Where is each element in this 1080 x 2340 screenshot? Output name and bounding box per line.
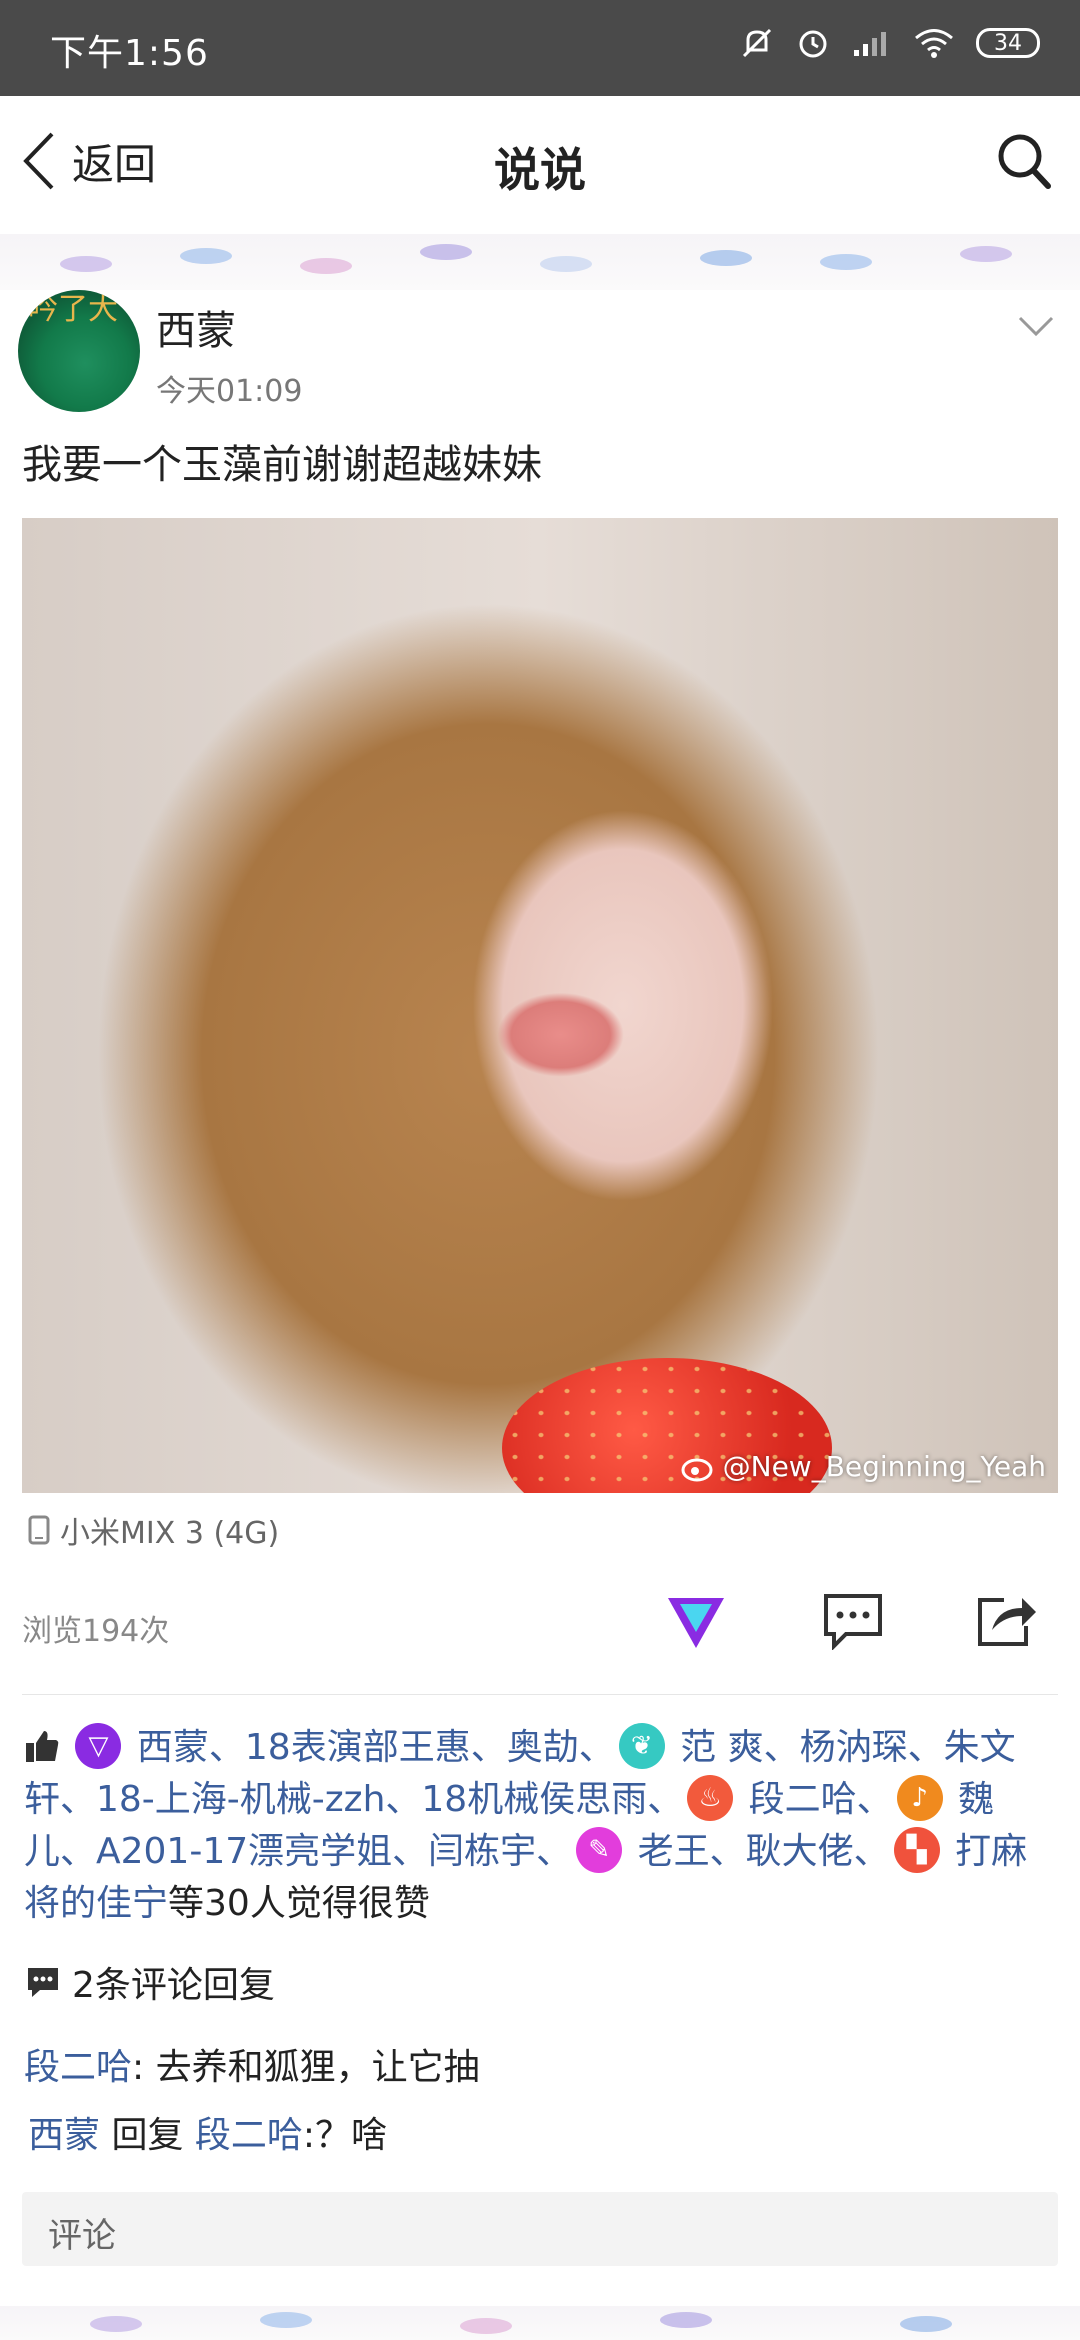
comment-bubble-icon [28,1968,58,1997]
avatar-text: 吟了大 [28,292,118,327]
like-button[interactable] [666,1594,726,1654]
decorative-banner [0,234,1080,290]
page-title: 说说 [494,143,586,197]
alarm-icon [799,30,827,58]
likers-group-3[interactable]: 段二哈、 [749,1779,893,1820]
music-badge-icon: ♪ [896,1775,943,1821]
leaf-badge-icon: ❦ [618,1723,665,1769]
search-icon [998,134,1051,189]
comment-author[interactable]: 段二哈 [24,2047,132,2088]
comment-text: : 去养和狐狸，让它抽 [132,2047,480,2088]
status-bar: 下午1:56 34 [0,0,1080,96]
thumbs-up-icon [26,1731,59,1762]
post-actions [0,1584,1080,1664]
wifi-icon [915,29,953,58]
photo-watermark: @New_Beginning_Yeah [681,1450,1046,1483]
flame-badge-icon: ♨ [687,1775,734,1821]
divider [22,1694,1058,1695]
like-triangle-icon [668,1598,724,1648]
comment-item[interactable]: 段二哈: 去养和狐狸，让它抽 [24,2038,480,2090]
reply-target[interactable]: 段二哈 [195,2115,303,2156]
search-button[interactable] [996,132,1052,194]
phone-icon [28,1515,50,1545]
status-time: 下午1:56 [50,33,209,74]
post-text: 我要一个玉藻前谢谢超越妹妹 [22,442,542,488]
reply-item[interactable]: 西蒙 回复 段二哈:？啥 [28,2106,387,2158]
watermark-text: @New_Beginning_Yeah [722,1450,1046,1483]
post-photo[interactable]: @New_Beginning_Yeah [22,518,1058,1493]
reply-word: 回复 [100,2115,195,2156]
mute-icon [742,28,772,58]
like-badge-icon: ▽ [75,1723,122,1769]
comment-count-label: 2条评论回复 [72,1965,275,2006]
post-time: 今天01:09 [156,374,303,409]
guitar-badge-icon: ✎ [576,1827,623,1873]
weibo-icon [681,1458,713,1481]
likers-group-5[interactable]: 老王、耿大佬、 [638,1831,890,1872]
likers-group-1[interactable]: 西蒙、18表演部王惠、奥劼、 [137,1727,615,1768]
post-author[interactable]: 西蒙 [156,298,236,356]
reply-text: :？啥 [302,2115,388,2156]
device-info: 小米MIX 3 (4G) [28,1508,279,1552]
likes-list: ▽ 西蒙、18表演部王惠、奥劼、 ❦ 范 爽、杨汭琛、朱文轩、18-上海-机械-z… [24,1722,1060,1930]
comment-placeholder: 评论 [48,2216,116,2256]
comment-button[interactable] [820,1592,886,1654]
comment-icon [824,1594,882,1651]
nav-bar: 返回 说说 [0,96,1080,234]
sock-badge-icon: ▚ [893,1827,940,1873]
post-menu-button[interactable] [1016,314,1056,342]
decorative-banner-bottom [0,2306,1080,2340]
avatar[interactable]: 吟了大 [18,290,140,412]
device-label: 小米MIX 3 (4G) [60,1516,280,1551]
share-icon [978,1598,1036,1646]
signal-icon [854,32,886,56]
share-button[interactable] [974,1590,1040,1654]
comment-count: 2条评论回复 [26,1956,275,2008]
likes-suffix: 等30人觉得很赞 [168,1883,430,1924]
comment-input[interactable]: 评论 [22,2192,1058,2266]
battery-indicator: 34 [976,28,1040,58]
status-icons: 34 [740,26,1040,60]
reply-author[interactable]: 西蒙 [28,2115,100,2156]
chevron-down-icon [1018,316,1054,337]
